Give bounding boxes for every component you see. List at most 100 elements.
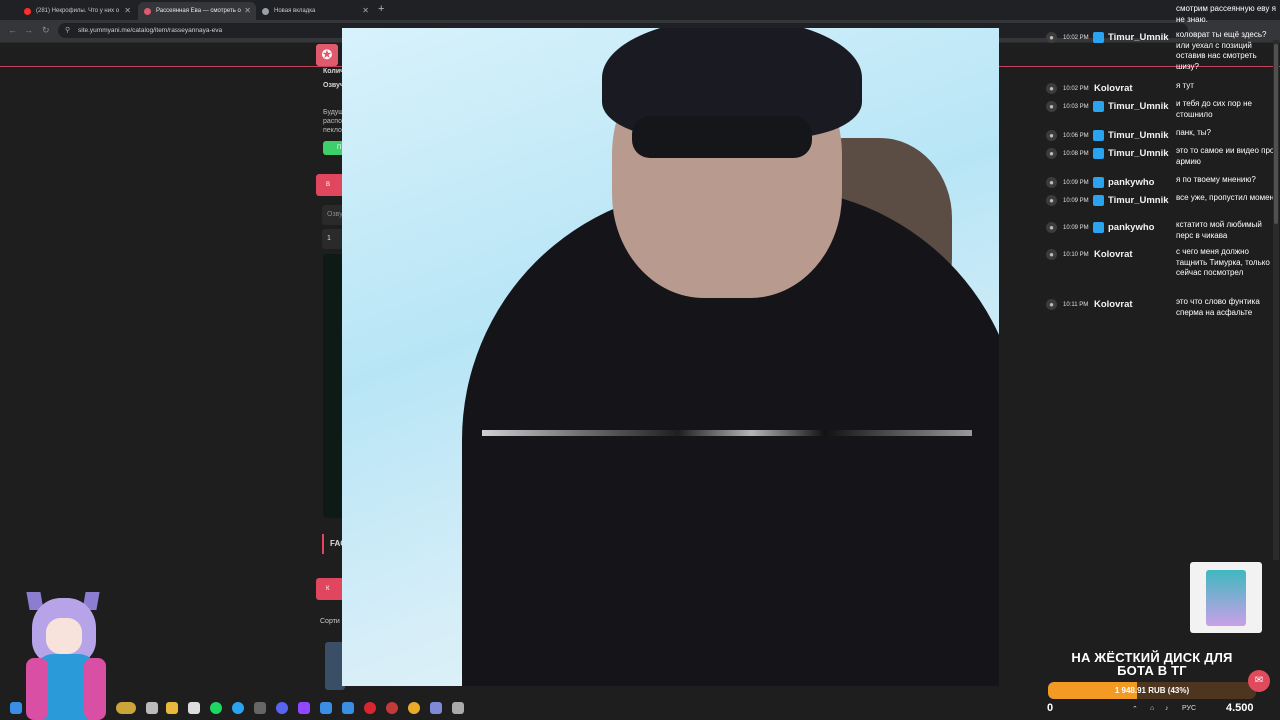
info-dubbing: Озвуч	[323, 82, 345, 89]
mic-icon[interactable]: ♪	[1165, 705, 1169, 712]
photos-icon[interactable]	[342, 702, 354, 714]
chrome-icon[interactable]	[408, 702, 420, 714]
tab-title: (281) Некрофилы. Что у них о	[36, 8, 120, 14]
windows-start-icon[interactable]	[10, 702, 22, 714]
vscode-icon[interactable]	[430, 702, 442, 714]
video-glasses	[632, 116, 812, 158]
comments-button[interactable]: К	[316, 578, 344, 600]
chat-text: и тебя до сих пор не стошнило	[1176, 99, 1252, 119]
video-section-button[interactable]: В	[316, 174, 344, 196]
site-logo[interactable]: ✪	[316, 44, 338, 66]
youtube-icon	[24, 7, 31, 15]
app-icon[interactable]	[116, 702, 136, 714]
tab-title: Новая вкладка	[274, 8, 316, 14]
desc-line: пекло	[323, 127, 342, 134]
chat-time: 10:09 PM	[1063, 198, 1089, 204]
chat-text: коловрат ты ещё здесь? или уехал с позиц…	[1176, 30, 1267, 71]
chat-username[interactable]: pankywho	[1108, 177, 1154, 188]
tab-youtube[interactable]: (281) Некрофилы. Что у них о ✕	[18, 2, 136, 20]
twitch-badge-icon	[1093, 101, 1104, 112]
chat-time: 10:08 PM	[1063, 151, 1089, 157]
forward-icon[interactable]: →	[24, 25, 33, 35]
scrollbar-thumb[interactable]	[1274, 44, 1278, 224]
chat-time: 10:03 PM	[1063, 104, 1089, 110]
chat-username[interactable]: Timur_Umnik	[1108, 195, 1169, 206]
twitch-badge-icon	[1093, 177, 1104, 188]
faq-heading: FAQ	[322, 534, 346, 554]
chat-username[interactable]: pankywho	[1108, 222, 1154, 233]
chat-username[interactable]: Kolovrat	[1094, 249, 1133, 260]
banner-line: БОТА В ТГ	[1117, 663, 1187, 678]
chat-text: кстатито мой любимый перс в чикава	[1176, 220, 1262, 240]
yandex-icon[interactable]	[364, 702, 376, 714]
user-avatar-icon: ●	[1046, 83, 1057, 94]
chat-text: я по твоему мнению?	[1176, 175, 1256, 184]
chat-time: 10:09 PM	[1063, 225, 1089, 231]
chat-text: я тут	[1176, 81, 1194, 90]
sort-label[interactable]: Сорти	[320, 618, 340, 625]
app-icon[interactable]	[452, 702, 464, 714]
chat-username[interactable]: Timur_Umnik	[1108, 101, 1169, 112]
chat-text: панк, ты?	[1176, 128, 1212, 137]
chat-text: это то самое ии видео про армию	[1176, 146, 1275, 166]
spotify-icon[interactable]	[210, 702, 222, 714]
chat-username[interactable]: Kolovrat	[1094, 83, 1133, 94]
telegram-icon[interactable]	[232, 702, 244, 714]
explorer-icon[interactable]	[166, 702, 178, 714]
desc-line: распо	[323, 118, 342, 125]
user-avatar-icon: ●	[1046, 32, 1057, 43]
close-icon[interactable]: ✕	[244, 6, 251, 15]
obs-icon[interactable]	[386, 702, 398, 714]
user-avatar-icon: ●	[1046, 148, 1057, 159]
user-avatar-icon: ●	[1046, 222, 1057, 233]
twitch-badge-icon	[1093, 195, 1104, 206]
desc-line: Будущ	[323, 109, 345, 116]
chat-text: это что слово фунтика сперма на асфальте	[1176, 297, 1260, 317]
taskview-icon[interactable]	[146, 702, 158, 714]
reload-icon[interactable]: ↻	[42, 25, 50, 36]
discord-icon[interactable]	[276, 702, 288, 714]
site-info-icon[interactable]: ⚲	[65, 23, 70, 38]
user-avatar-icon: ●	[1046, 101, 1057, 112]
chat-username[interactable]: Kolovrat	[1094, 299, 1133, 310]
chat-time: 10:11 PM	[1063, 302, 1089, 308]
user-avatar-icon: ●	[1046, 195, 1057, 206]
language-indicator[interactable]: РУС	[1182, 705, 1196, 712]
terminal-icon[interactable]	[254, 702, 266, 714]
back-icon[interactable]: ←	[8, 25, 17, 35]
tab-rasseyannaya-eva[interactable]: Рассеянная Ева — смотреть о ✕	[138, 2, 256, 20]
globe-icon	[262, 7, 269, 15]
coin-counter: 4.500	[1226, 702, 1254, 714]
donation-progress-bar: 1 948.91 RUB (43%)	[1048, 682, 1256, 699]
store-icon[interactable]	[188, 702, 200, 714]
tab-title: Рассеянная Ева — смотреть о	[156, 8, 241, 14]
chat-time: 10:06 PM	[1063, 133, 1089, 139]
close-icon[interactable]: ✕	[362, 6, 369, 15]
twitch-badge-icon	[1093, 222, 1104, 233]
player-preview[interactable]	[323, 254, 343, 518]
twitch-badge-icon	[1093, 32, 1104, 43]
stream-chat: смотрим рассеянную еву я не знаю. ● 10:02…	[1040, 0, 1280, 330]
twitch-icon[interactable]	[298, 702, 310, 714]
chat-time: 10:02 PM	[1063, 86, 1089, 92]
chat-username[interactable]: Timur_Umnik	[1108, 32, 1169, 43]
chat-time: 10:09 PM	[1063, 180, 1089, 186]
video-player[interactable]	[342, 28, 999, 686]
scrollbar[interactable]	[1273, 40, 1279, 560]
chat-text: смотрим рассеянную еву я не знаю.	[1176, 4, 1276, 24]
chat-username[interactable]: Timur_Umnik	[1108, 148, 1169, 159]
url-text: site.yummyani.me/catalog/item/rasseyanna…	[78, 27, 223, 34]
twitch-badge-icon	[1093, 148, 1104, 159]
chat-username[interactable]: Timur_Umnik	[1108, 130, 1169, 141]
network-icon[interactable]: ⌂	[1150, 705, 1154, 712]
chat-text: с чего меня должно тащнить Тимурка, толь…	[1176, 247, 1270, 277]
chat-counter: 0	[1047, 702, 1054, 714]
close-icon[interactable]: ✕	[124, 6, 131, 15]
new-tab-button[interactable]: +	[378, 3, 384, 15]
tray-chevron-icon[interactable]: ⌃	[1132, 705, 1138, 713]
tab-new[interactable]: Новая вкладка ✕	[256, 2, 374, 20]
app-icon[interactable]	[320, 702, 332, 714]
donation-goal-title: НА ЖЁСТКИЙ ДИСК ДЛЯ БОТА В ТГ	[1050, 651, 1254, 677]
user-avatar-icon: ●	[1046, 130, 1057, 141]
chat-bubble-icon[interactable]: ✉	[1248, 670, 1270, 692]
